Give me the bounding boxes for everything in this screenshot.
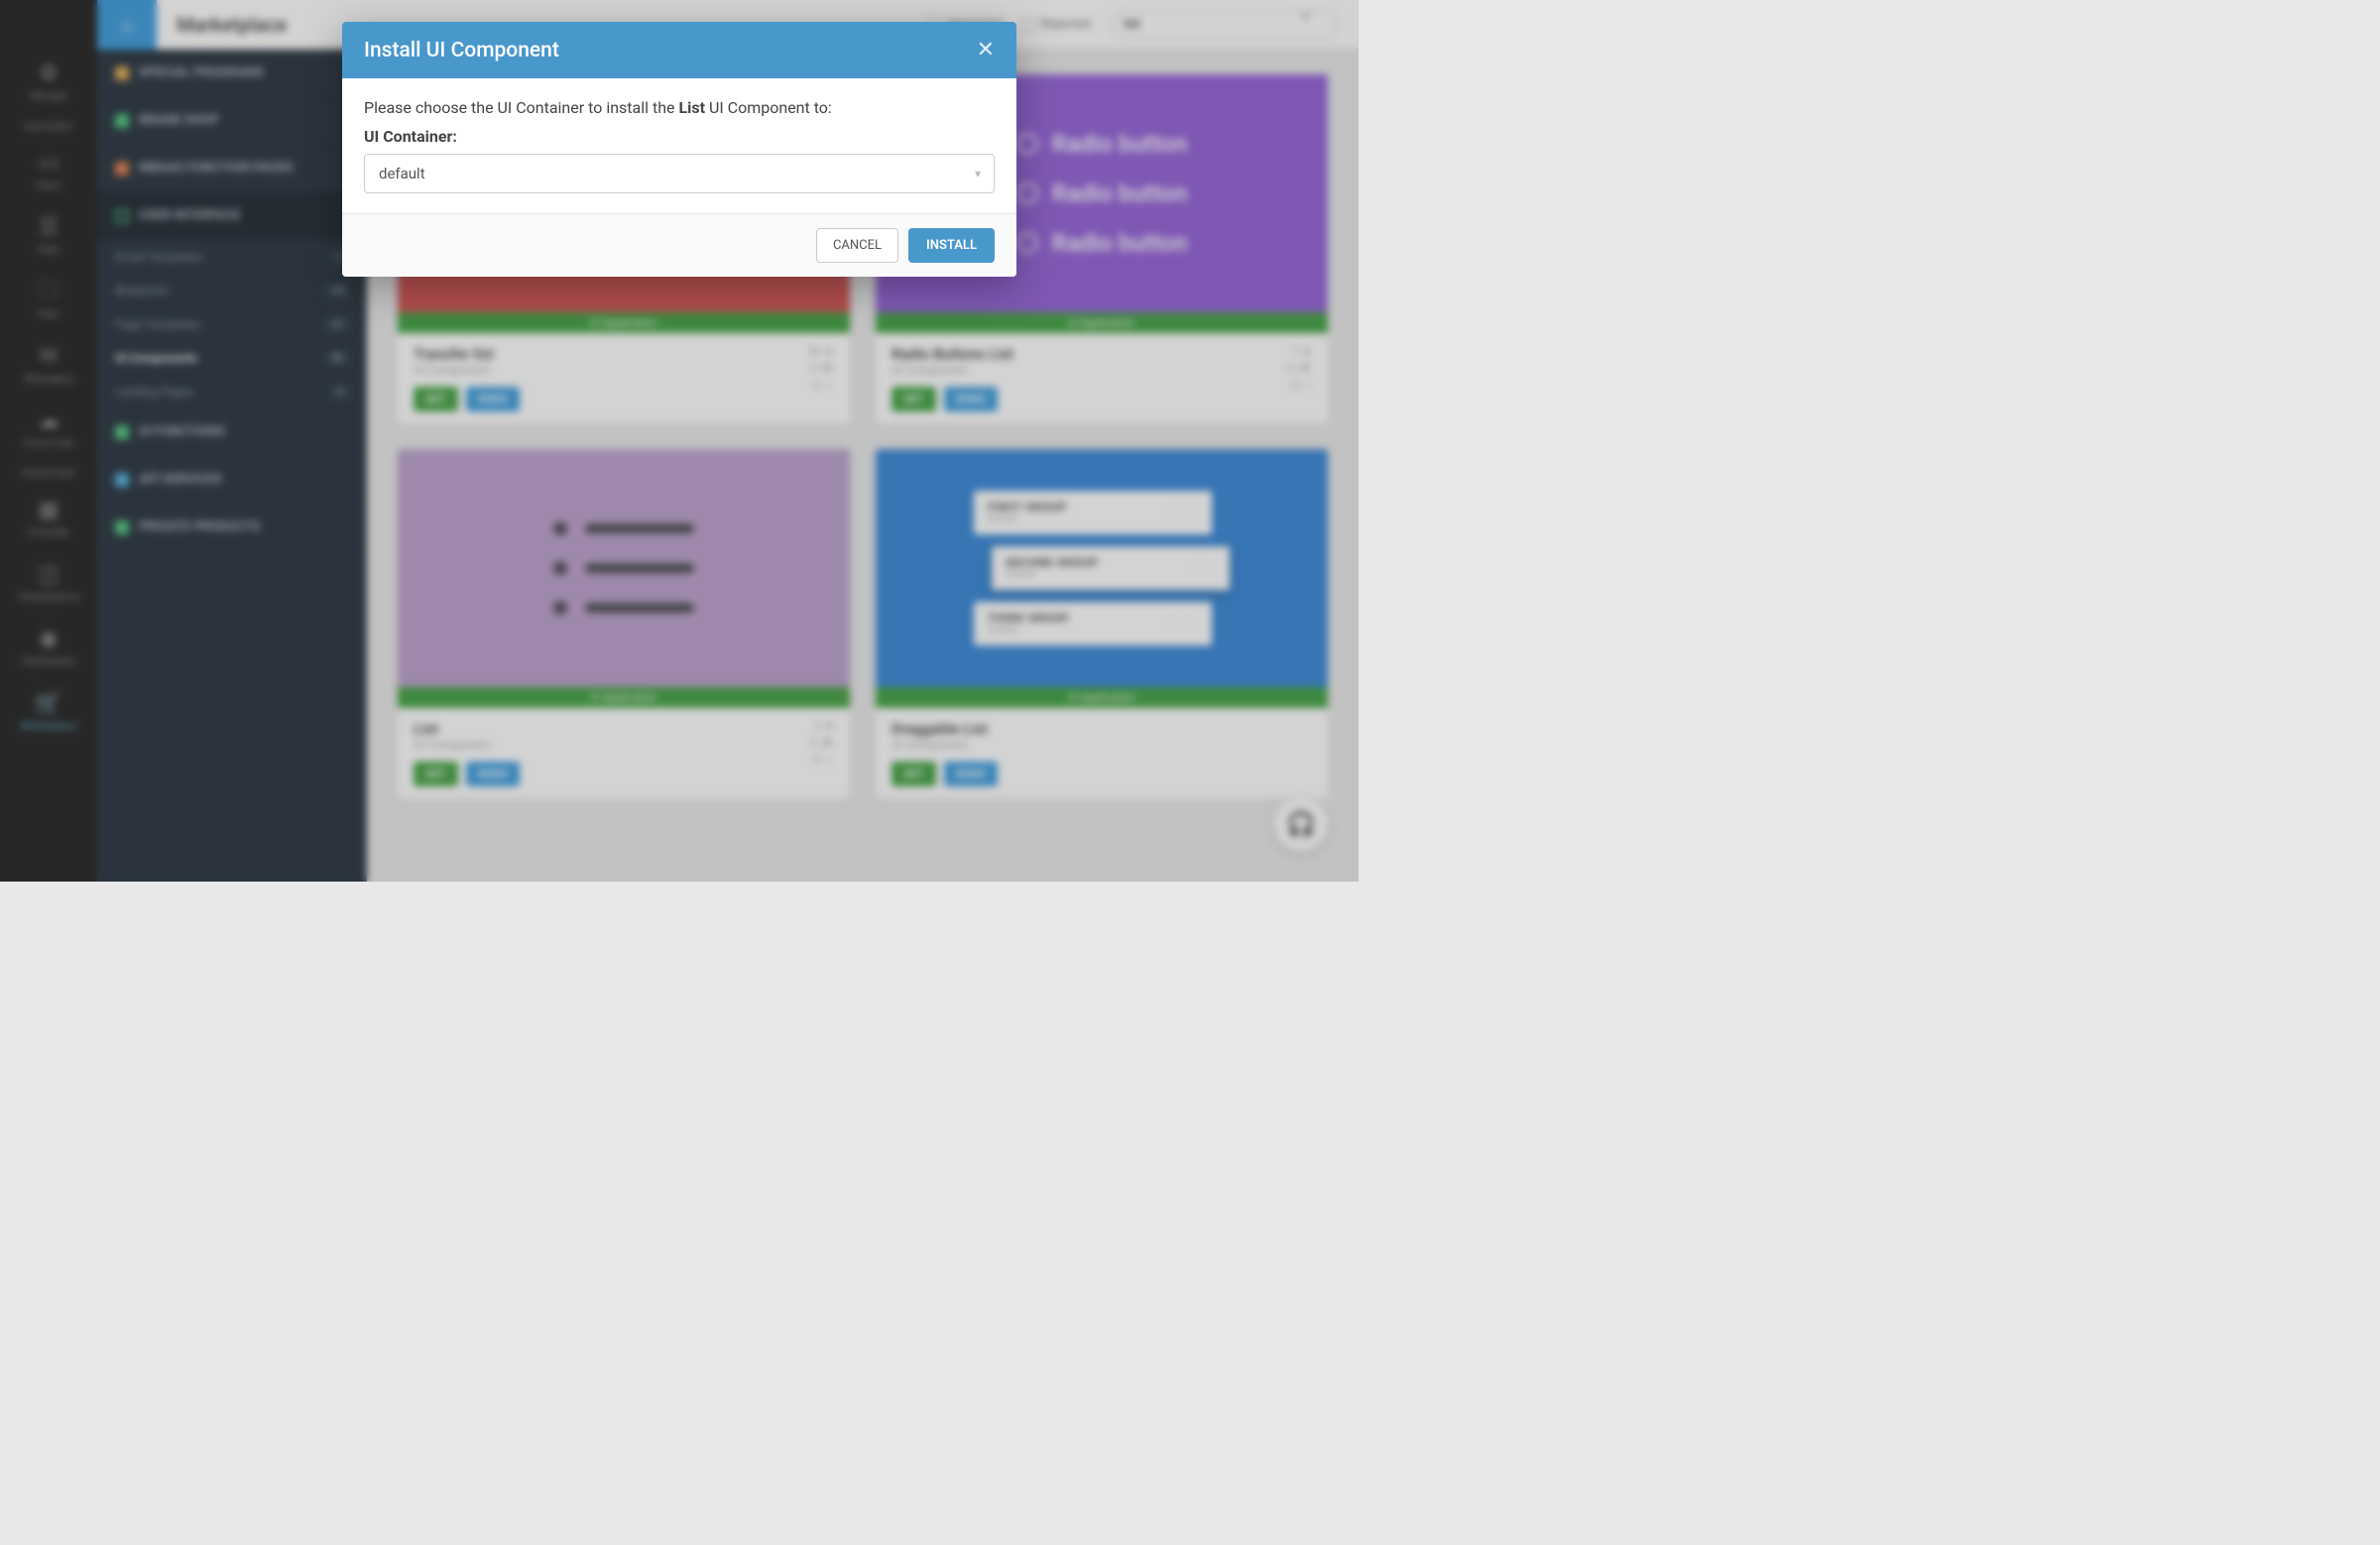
modal-header: Install UI Component ✕ — [342, 22, 1016, 78]
container-select[interactable]: default — [364, 154, 995, 193]
prompt-text: Please choose the UI Container to instal… — [364, 98, 678, 117]
close-icon[interactable]: ✕ — [977, 38, 995, 62]
modal-title: Install UI Component — [364, 39, 559, 62]
modal-footer: CANCEL INSTALL — [342, 213, 1016, 277]
modal-prompt: Please choose the UI Container to instal… — [364, 98, 995, 117]
install-button[interactable]: INSTALL — [908, 228, 995, 263]
modal-body: Please choose the UI Container to instal… — [342, 78, 1016, 213]
cancel-button[interactable]: CANCEL — [816, 228, 898, 263]
prompt-text: UI Component to: — [705, 98, 832, 117]
prompt-component-name: List — [678, 98, 705, 117]
container-label: UI Container: — [364, 127, 995, 146]
install-modal: Install UI Component ✕ Please choose the… — [342, 22, 1016, 277]
